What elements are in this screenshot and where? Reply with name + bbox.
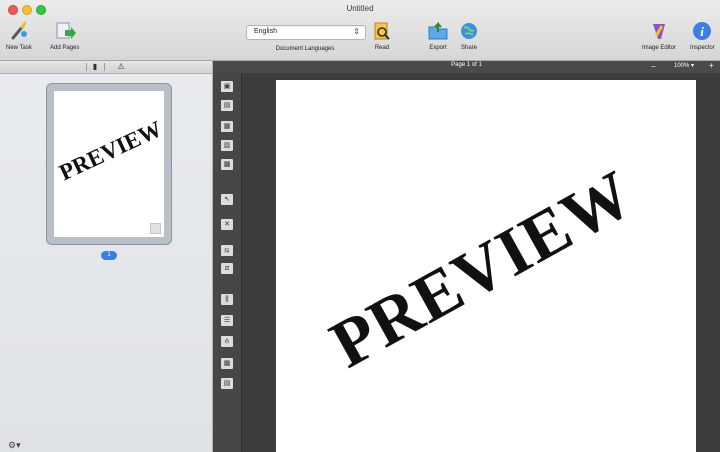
page-corner-icon: [150, 223, 161, 234]
sidebar-tabs: ▮ ⚠: [0, 61, 212, 74]
language-select[interactable]: English ⇕: [246, 25, 366, 40]
zoom-value: 100%: [674, 63, 690, 69]
picture-area-icon[interactable]: ▦: [221, 121, 233, 132]
language-caption: Document Languages: [275, 46, 335, 52]
language-value: English: [254, 28, 277, 35]
table-area-icon[interactable]: ▥: [221, 140, 233, 151]
share-button[interactable]: Share: [458, 20, 480, 51]
zoom-out-button[interactable]: −: [651, 62, 656, 71]
page-thumbnail[interactable]: PREVIEW: [46, 83, 172, 245]
zoom-in-button[interactable]: +: [709, 61, 714, 70]
inspector-button[interactable]: i Inspector: [690, 20, 715, 51]
crop-area-icon[interactable]: ⧄: [221, 263, 233, 274]
thumbnail-text: PREVIEW: [55, 116, 164, 186]
split-columns-icon[interactable]: ⫼: [221, 294, 233, 305]
text-area-icon[interactable]: ▤: [221, 100, 233, 111]
export-button[interactable]: Export: [427, 20, 449, 51]
background-area-icon[interactable]: ▩: [221, 159, 233, 170]
thumbnail-page: PREVIEW: [54, 91, 164, 237]
document-page[interactable]: PREVIEW: [276, 80, 696, 452]
pages-view-icon[interactable]: ▮: [88, 62, 102, 72]
tab-separator: [104, 63, 105, 71]
info-icon: i: [691, 20, 713, 42]
gear-icon[interactable]: ⚙▾: [8, 440, 21, 451]
export-folder-icon: [427, 20, 449, 42]
warning-icon[interactable]: ⚠: [114, 62, 128, 72]
area-tools-strip: ▣ ▤ ▦ ▥ ▩ ↖ ✕ ⧅ ⧄ ⫼ ☰ ⫛ ▦ ▤: [213, 73, 242, 452]
page-number-badge: 1: [101, 251, 117, 260]
inspector-label: Inspector: [690, 45, 715, 51]
delete-area-icon[interactable]: ✕: [221, 219, 233, 230]
add-pages-icon: [54, 20, 76, 42]
new-task-label: New Task: [6, 45, 32, 51]
new-task-button[interactable]: New Task: [6, 20, 32, 51]
image-editor-button[interactable]: Image Editor: [642, 20, 676, 51]
read-label: Read: [374, 45, 390, 51]
pages-sidebar: ▮ ⚠ PREVIEW 1 ⚙▾: [0, 61, 213, 452]
svg-text:i: i: [701, 24, 705, 39]
page-counter: Page 1 of 1: [451, 62, 482, 68]
title-toolbar: Untitled New Task Add Pages English ⇕ Do…: [0, 0, 720, 61]
read-button[interactable]: Read: [371, 20, 393, 51]
zoom-level[interactable]: 100% ▾: [674, 62, 694, 69]
add-pages-button[interactable]: Add Pages: [50, 20, 79, 51]
image-editor-label: Image Editor: [642, 45, 677, 51]
document-area: ▣ ▤ ▦ ▥ ▩ ↖ ✕ ⧅ ⧄ ⫼ ☰ ⫛ ▦ ▤ PREVIEW: [213, 73, 720, 452]
tab-separator: [86, 63, 87, 71]
select-pointer-icon[interactable]: ↖: [221, 194, 233, 205]
split-cells-icon[interactable]: ▤: [221, 378, 233, 389]
document-text: PREVIEW: [318, 154, 646, 383]
share-label: Share: [460, 45, 477, 51]
page-header-bar: Page 1 of 1 − 100% ▾ +: [213, 61, 720, 73]
window-title: Untitled: [346, 4, 374, 13]
add-column-icon[interactable]: ⫛: [221, 336, 233, 347]
add-row-icon[interactable]: ☰: [221, 315, 233, 326]
image-editor-icon: [648, 20, 670, 42]
share-globe-icon: [458, 20, 480, 42]
merge-cells-icon[interactable]: ▦: [221, 358, 233, 369]
add-pages-label: Add Pages: [50, 45, 80, 51]
wand-icon: [8, 20, 30, 42]
read-icon: [371, 20, 393, 42]
recognition-area-icon[interactable]: ▣: [221, 81, 233, 92]
cut-area-icon[interactable]: ⧅: [221, 245, 233, 256]
export-label: Export: [429, 45, 447, 51]
select-arrows-icon: ⇕: [353, 27, 360, 36]
app-window: Untitled New Task Add Pages English ⇕ Do…: [0, 0, 720, 452]
